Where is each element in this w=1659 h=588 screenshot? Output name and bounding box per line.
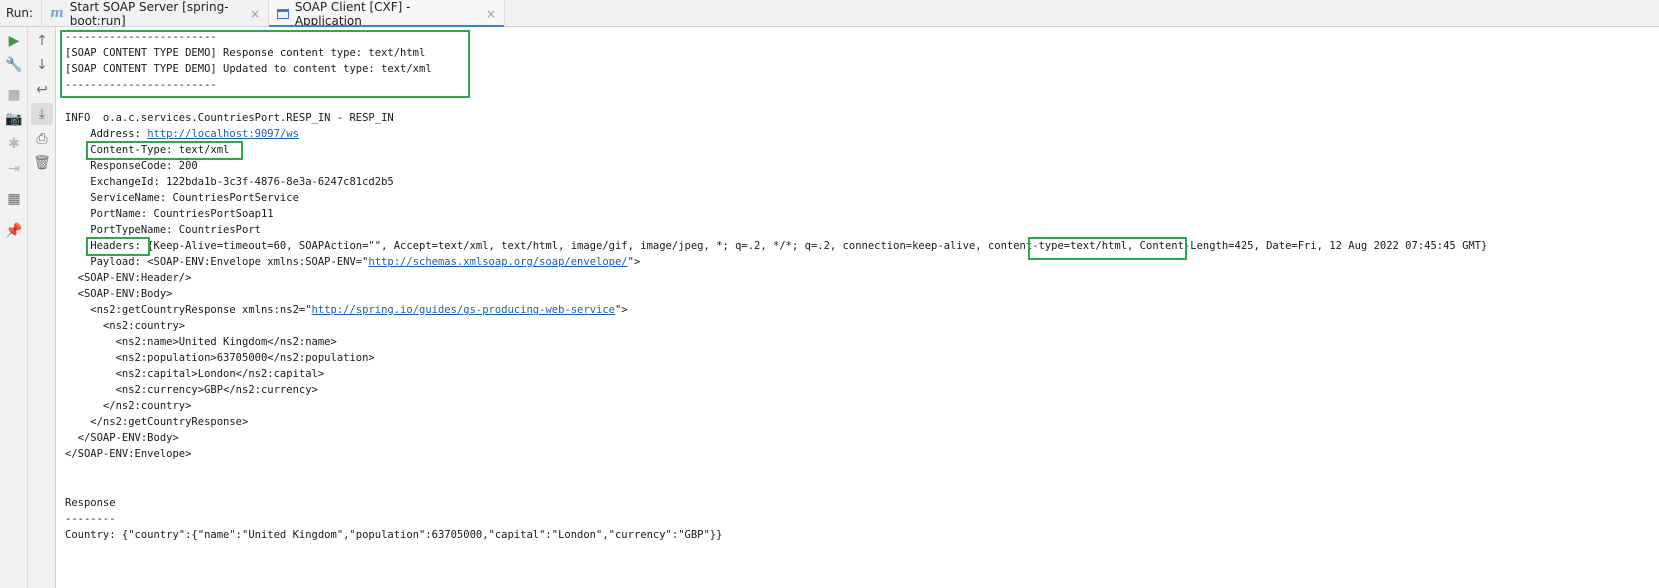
tab-label: Start SOAP Server [spring-boot:run] [69, 0, 229, 28]
run-label: Run: [6, 6, 34, 20]
close-icon[interactable]: × [486, 7, 496, 21]
stop-icon[interactable]: ■ [3, 84, 25, 106]
separator-line: ------------------------ [65, 79, 217, 91]
xml-line: <SOAP-ENV:Body> [65, 288, 173, 300]
run-toolbar: ▶ 🔧 ■ 📷 ✱ ⇥ ▦ 📌 [0, 27, 28, 588]
headers-content-type: content-type=text/html, [987, 240, 1134, 252]
headers-text: Headers: {Keep-Alive=timeout=60, SOAPAct… [65, 240, 988, 252]
tab-start-soap-server[interactable]: m Start SOAP Server [spring-boot:run] × [41, 0, 269, 28]
xml-text-end: "> [614, 304, 628, 316]
xml-line: <ns2:capital>London</ns2:capital> [65, 368, 325, 380]
payload-line: Payload: <SOAP-ENV:Envelope xmlns:SOAP-E… [65, 254, 640, 270]
xml-line: <ns2:country> [65, 320, 186, 332]
xml-line: </SOAP-ENV:Envelope> [65, 448, 192, 460]
arrow-up-icon[interactable]: ↑ [31, 30, 53, 52]
console-output[interactable]: ------------------------ [SOAP CONTENT T… [57, 27, 1659, 588]
console-toolbar: ↑ ↓ ↩ ⤓ ⎙ 🗑 [28, 27, 56, 588]
address-label: Address: [65, 128, 148, 140]
xml-line: <ns2:name>United Kingdom</ns2:name> [65, 336, 337, 348]
tab-label: SOAP Client [CXF] - Application [294, 0, 411, 28]
trash-icon[interactable]: 🗑 [31, 152, 53, 174]
info-log-line: INFO o.a.c.services.CountriesPort.RESP_I… [65, 112, 394, 124]
xml-line: <SOAP-ENV:Header/> [65, 272, 192, 284]
namespace-link[interactable]: http://spring.io/guides/gs-producing-web… [312, 304, 615, 316]
wrench-icon[interactable]: 🔧 [3, 54, 25, 76]
camera-icon[interactable]: 📷 [3, 108, 25, 130]
login-icon[interactable]: ⇥ [3, 158, 25, 180]
port-type-name-line: PortTypeName: CountriesPort [65, 224, 261, 236]
response-title: Response [65, 497, 116, 509]
country-json-line: Country: {"country":{"name":"United King… [65, 529, 723, 541]
xml-text: <ns2:getCountryResponse xmlns:ns2=" [65, 304, 312, 316]
pin-icon[interactable]: 📌 [3, 220, 25, 242]
address-line: Address: http://localhost:9097/ws [65, 126, 299, 142]
xml-line: <ns2:currency>GBP</ns2:currency> [65, 384, 318, 396]
maven-icon: m [50, 6, 64, 21]
run-tab-bar: Run: m Start SOAP Server [spring-boot:ru… [0, 0, 1659, 28]
exchange-id-line: ExchangeId: 122bda1b-3c3f-4876-8e3a-6247… [65, 176, 394, 188]
xml-line: </ns2:getCountryResponse> [65, 416, 249, 428]
port-name-line: PortName: CountriesPortSoap11 [65, 208, 274, 220]
payload-text-end: "> [627, 256, 641, 268]
layout-icon[interactable]: ▦ [3, 188, 25, 210]
address-link[interactable]: http://localhost:9097/ws [147, 128, 299, 140]
run-icon[interactable]: ▶ [3, 30, 25, 52]
xml-line: </SOAP-ENV:Body> [65, 432, 179, 444]
arrow-down-icon[interactable]: ↓ [31, 54, 53, 76]
content-type-line: Content-Type: text/xml [65, 144, 230, 156]
demo-line-response-type: [SOAP CONTENT TYPE DEMO] Response conten… [65, 47, 426, 59]
service-name-line: ServiceName: CountriesPortService [65, 192, 299, 204]
headers-line: Headers: {Keep-Alive=timeout=60, SOAPAct… [65, 238, 1487, 254]
payload-link[interactable]: http://schemas.xmlsoap.org/soap/envelope… [368, 256, 627, 268]
xml-line: <ns2:population>63705000</ns2:population… [65, 352, 375, 364]
xml-line: <ns2:getCountryResponse xmlns:ns2="http:… [65, 302, 628, 318]
xml-line: </ns2:country> [65, 400, 192, 412]
response-separator: -------- [65, 513, 116, 525]
payload-text: Payload: <SOAP-ENV:Envelope xmlns:SOAP-E… [65, 256, 369, 268]
demo-line-updated-type: [SOAP CONTENT TYPE DEMO] Updated to cont… [65, 63, 432, 75]
response-code-line: ResponseCode: 200 [65, 160, 198, 172]
close-icon[interactable]: × [250, 7, 260, 21]
soft-wrap-icon[interactable]: ↩ [31, 79, 53, 101]
debug-icon[interactable]: ✱ [3, 133, 25, 155]
headers-text-end: Content-Length=425, Date=Fri, 12 Aug 202… [1133, 240, 1488, 252]
scroll-to-end-icon[interactable]: ⤓ [31, 103, 53, 125]
print-icon[interactable]: ⎙ [31, 128, 53, 150]
console-icon [277, 8, 289, 19]
separator-line: ------------------------ [65, 31, 217, 43]
tab-soap-client[interactable]: SOAP Client [CXF] - Application × [269, 0, 505, 28]
